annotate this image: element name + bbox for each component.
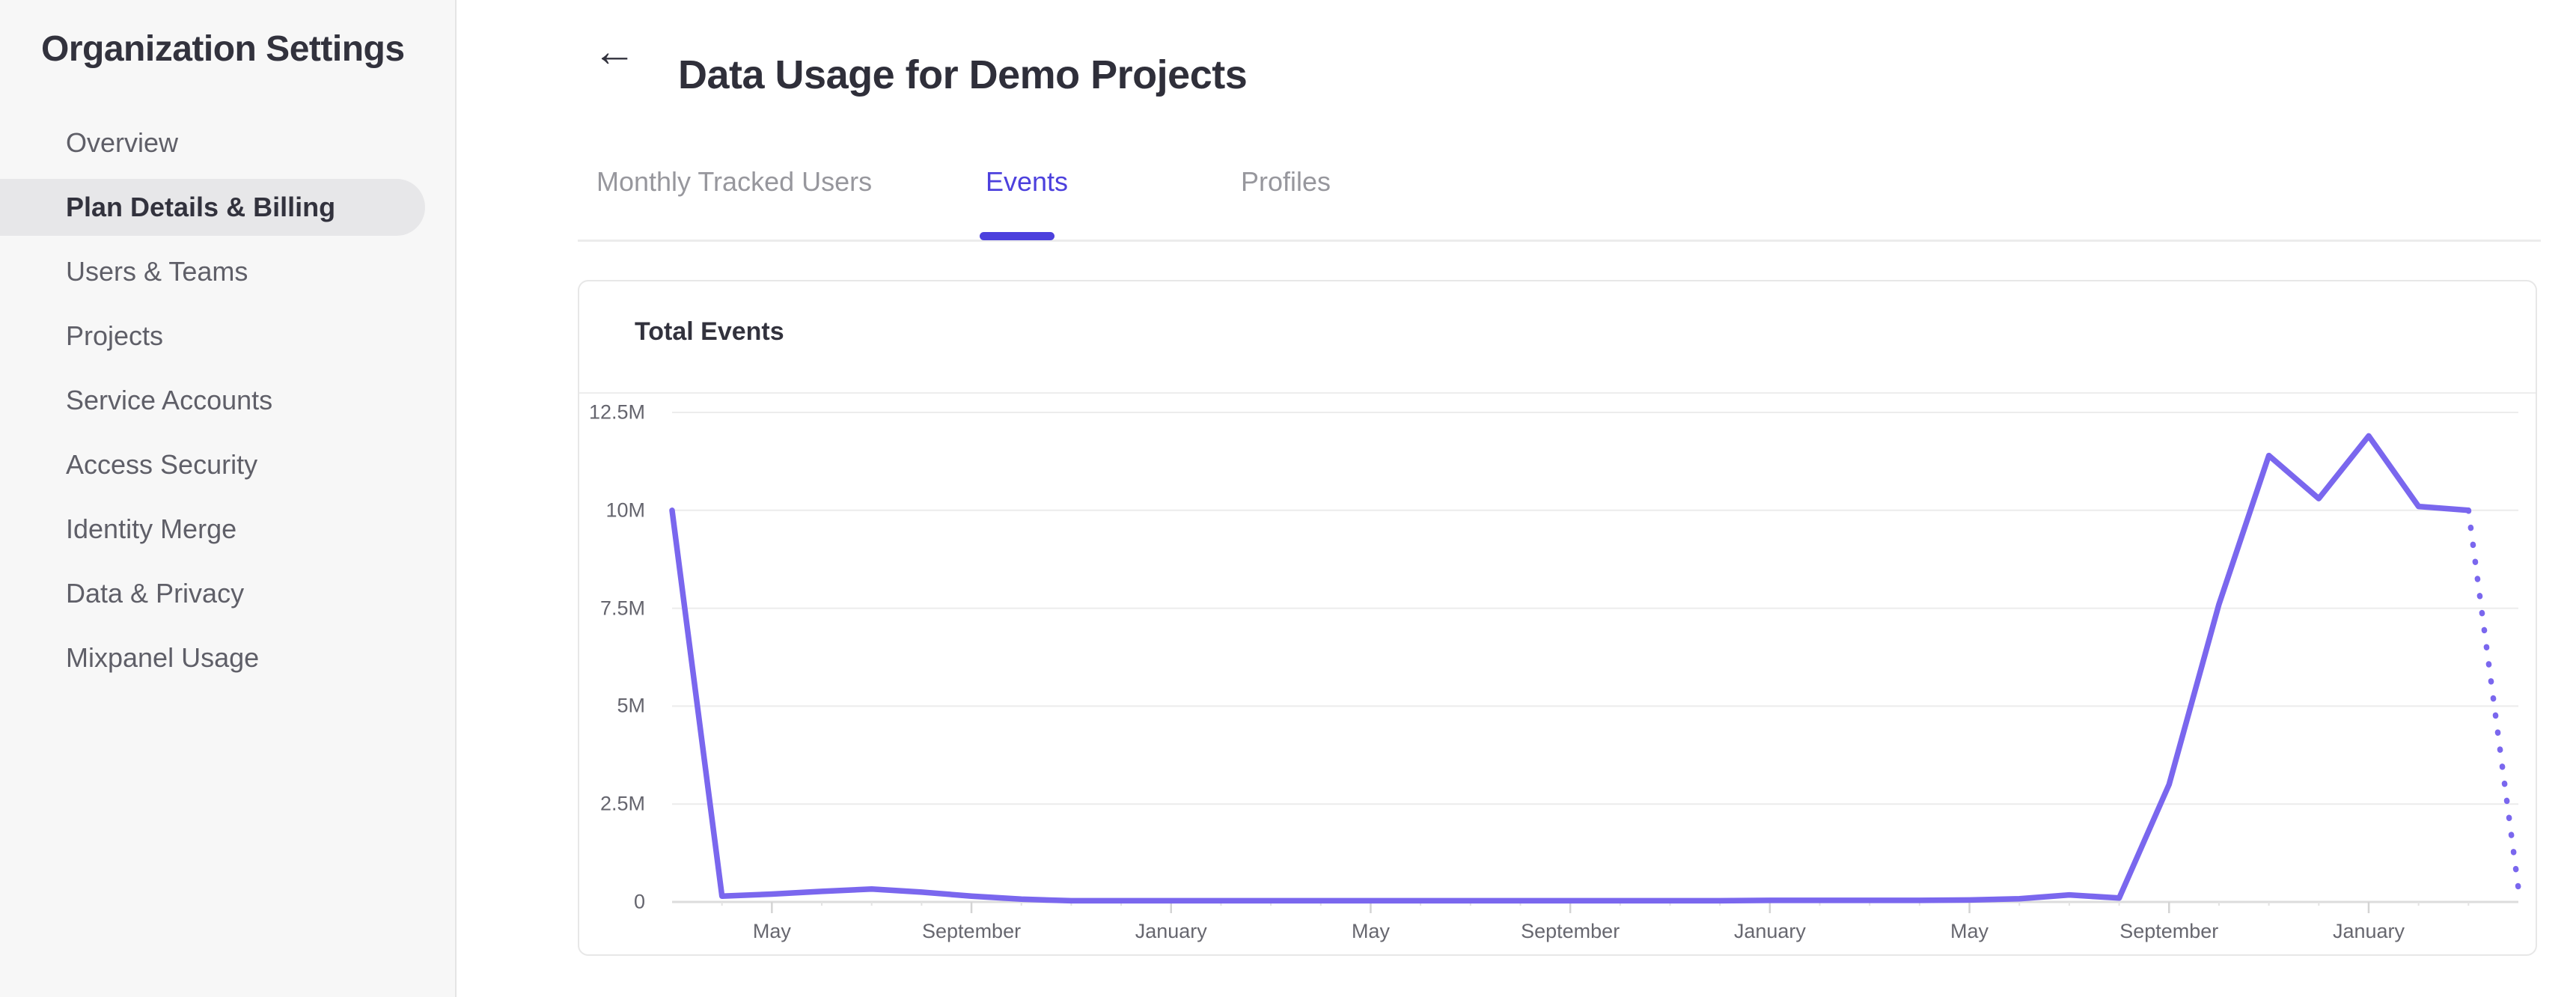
back-button[interactable]: ← <box>588 25 641 78</box>
x-axis-label: September <box>2119 920 2219 942</box>
y-axis-label: 2.5M <box>599 792 645 815</box>
sidebar-title: Organization Settings <box>41 29 405 69</box>
chart-line-projected <box>2465 507 2521 891</box>
tab-bar-rule <box>578 240 2541 242</box>
active-tab-indicator <box>980 232 1054 240</box>
chart-title: Total Events <box>635 317 784 346</box>
sidebar-item-overview[interactable]: Overview <box>0 111 455 175</box>
sidebar-item-plan-details-billing[interactable]: Plan Details & Billing <box>0 179 425 236</box>
x-axis-label: January <box>1733 920 1806 942</box>
x-axis-label: May <box>1351 920 1390 942</box>
sidebar-item-data-privacy[interactable]: Data & Privacy <box>0 561 455 626</box>
back-arrow-icon: ← <box>593 27 636 76</box>
page-title: Data Usage for Demo Projects <box>678 52 1248 98</box>
tab-monthly-tracked-users[interactable]: Monthly Tracked Users <box>596 166 872 198</box>
sidebar-item-identity-merge[interactable]: Identity Merge <box>0 497 455 561</box>
total-events-chart <box>669 412 2521 913</box>
y-axis-label: 5M <box>617 694 645 717</box>
y-axis-label: 0 <box>633 890 645 913</box>
sidebar-item-users-teams[interactable]: Users & Teams <box>0 240 455 304</box>
x-axis-label: May <box>752 920 791 942</box>
x-axis-label: September <box>1521 920 1620 942</box>
sidebar-item-service-accounts[interactable]: Service Accounts <box>0 368 455 433</box>
y-axis-label: 10M <box>605 498 645 522</box>
y-axis-label: 7.5M <box>599 597 645 620</box>
y-axis-label: 12.5M <box>588 400 645 424</box>
x-axis-label: January <box>2332 920 2405 942</box>
card-header-divider <box>579 392 2536 394</box>
tab-profiles[interactable]: Profiles <box>1241 166 1331 198</box>
tab-events[interactable]: Events <box>986 166 1068 198</box>
x-axis-label: September <box>922 920 1022 942</box>
chart-line-total-events <box>669 433 2472 904</box>
x-axis-label: May <box>1950 920 1989 942</box>
sidebar-item-mixpanel-usage[interactable]: Mixpanel Usage <box>0 626 455 690</box>
x-axis-label: January <box>1135 920 1207 942</box>
organization-settings-sidebar: Organization Settings Overview Plan Detai… <box>0 0 457 997</box>
sidebar-item-projects[interactable]: Projects <box>0 304 455 368</box>
sidebar-nav: Overview Plan Details & Billing Users & Te… <box>0 111 455 690</box>
sidebar-item-access-security[interactable]: Access Security <box>0 433 455 497</box>
